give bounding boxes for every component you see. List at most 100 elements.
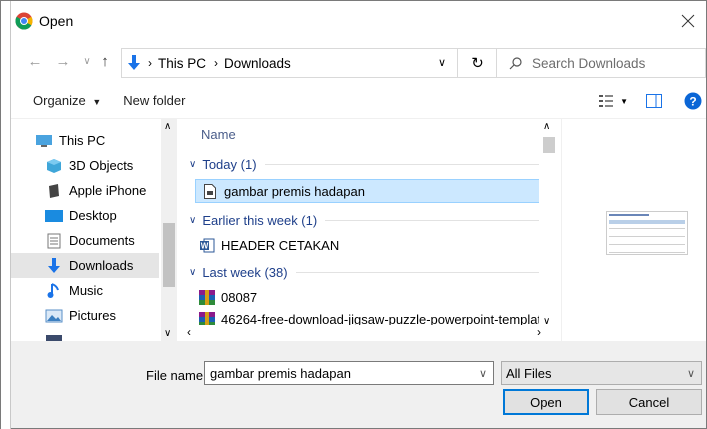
filelist-scroll-thumb[interactable] <box>543 137 555 153</box>
recent-locations-button[interactable]: ∨ <box>77 51 97 71</box>
chevron-down-icon[interactable]: ∨ <box>479 367 487 380</box>
search-box[interactable]: Search Downloads <box>497 48 706 78</box>
search-input[interactable]: Search Downloads <box>532 56 645 71</box>
navpane-scrollbar[interactable]: ∧ ∨ <box>161 119 177 341</box>
scroll-down-icon[interactable]: ∨ <box>164 328 171 339</box>
preview-pane <box>561 119 706 341</box>
chevron-right-icon: › <box>214 56 219 70</box>
file-name-input[interactable]: gambar premis hadapan ∨ <box>204 361 494 385</box>
file-row[interactable]: gambar premis hadapan <box>195 179 553 203</box>
nav-item-music[interactable]: Music <box>45 278 159 303</box>
music-icon <box>45 282 63 299</box>
download-icon <box>128 55 140 71</box>
chevron-down-icon: ∨ <box>189 159 197 170</box>
scroll-up-icon[interactable]: ∧ <box>543 121 550 132</box>
document-icon <box>202 183 218 199</box>
file-name: gambar premis hadapan <box>224 183 365 199</box>
view-list-icon <box>599 95 614 107</box>
svg-text:W: W <box>200 241 208 250</box>
navpane-scroll-thumb[interactable] <box>163 223 175 287</box>
up-button[interactable]: ↑ <box>95 51 115 71</box>
nav-item-3d-objects[interactable]: 3D Objects <box>45 153 159 178</box>
nav-item-label: This PC <box>59 133 106 148</box>
chrome-icon <box>15 12 33 30</box>
group-divider <box>295 272 544 273</box>
file-row[interactable]: W HEADER CETAKAN <box>193 233 553 257</box>
group-header-last-week[interactable]: ∨ Last week (38) <box>189 265 544 280</box>
filelist-horizontal-scrollbar[interactable]: ‹ › <box>183 325 557 341</box>
scroll-up-icon[interactable]: ∧ <box>164 121 171 132</box>
group-label: Today (1) <box>202 157 257 172</box>
file-type-value: All Files <box>506 365 552 381</box>
change-view-button[interactable] <box>598 93 614 109</box>
scroll-left-icon[interactable]: ‹ <box>187 325 191 339</box>
nav-item-label: Desktop <box>69 208 117 223</box>
group-header-earlier-this-week[interactable]: ∨ Earlier this week (1) <box>189 213 544 228</box>
videos-icon <box>45 333 63 341</box>
file-type-select[interactable]: All Files ∨ <box>501 361 702 385</box>
close-button[interactable] <box>676 9 700 33</box>
nav-item-label: Apple iPhone <box>69 183 147 198</box>
nav-item-videos-partial[interactable] <box>45 328 159 341</box>
title-bar: Open <box>11 1 706 41</box>
preview-pane-button[interactable] <box>646 94 662 108</box>
command-bar: Organize ▼ New folder ▼ ? <box>11 83 706 119</box>
navigation-pane: This PC 3D Objects Apple iPhone Desktop … <box>11 119 179 341</box>
file-name: HEADER CETAKAN <box>221 237 340 253</box>
open-button[interactable]: Open <box>503 389 589 415</box>
nav-item-documents[interactable]: Documents <box>45 228 159 253</box>
caret-down-icon: ▼ <box>92 97 102 107</box>
cancel-button[interactable]: Cancel <box>596 389 702 415</box>
group-divider <box>264 164 544 165</box>
view-controls: ▼ ? <box>598 89 706 113</box>
breadcrumb-this-pc[interactable]: This PC <box>158 56 206 71</box>
svg-text:?: ? <box>689 95 696 109</box>
nav-item-downloads[interactable]: Downloads <box>11 253 159 278</box>
forward-button[interactable]: → <box>53 51 73 71</box>
dialog-footer: File name: gambar premis hadapan ∨ All F… <box>11 341 706 428</box>
chevron-down-icon: ∨ <box>686 368 695 380</box>
column-header-name[interactable]: Name <box>201 127 236 142</box>
filelist-vertical-scrollbar[interactable]: ∧ ∨ <box>539 119 557 327</box>
file-preview-thumbnail <box>606 211 688 255</box>
background-window-edge <box>1 1 11 429</box>
file-row[interactable]: 08087 <box>193 285 553 309</box>
arrow-up-icon: ↑ <box>101 52 109 70</box>
word-icon: W <box>199 237 215 253</box>
address-bar[interactable]: › This PC › Downloads ∨ <box>121 48 497 78</box>
nav-item-label: Downloads <box>69 258 134 273</box>
chevron-down-icon: ∨ <box>83 55 91 67</box>
file-name: 08087 <box>221 289 258 305</box>
download-icon <box>45 257 63 274</box>
nav-item-desktop[interactable]: Desktop <box>45 203 159 228</box>
group-label: Last week (38) <box>202 265 288 280</box>
view-options-button[interactable]: ▼ <box>620 97 628 106</box>
group-divider <box>325 220 544 221</box>
nav-item-label: Pictures <box>69 308 116 323</box>
refresh-button[interactable]: ↻ <box>457 48 497 78</box>
nav-item-pictures[interactable]: Pictures <box>45 303 159 328</box>
nav-item-this-pc[interactable]: This PC <box>35 128 159 153</box>
computer-icon <box>35 133 53 149</box>
group-header-today[interactable]: ∨ Today (1) <box>189 157 544 172</box>
back-button[interactable]: ← <box>25 51 45 71</box>
nav-item-apple-iphone[interactable]: Apple iPhone <box>45 178 159 203</box>
preview-pane-icon <box>646 94 662 108</box>
arrow-left-icon: ← <box>27 52 43 70</box>
breadcrumb-downloads[interactable]: Downloads <box>224 56 291 71</box>
chevron-down-icon[interactable]: ∨ <box>438 56 446 69</box>
file-name-label: File name: <box>146 368 207 383</box>
new-folder-button[interactable]: New folder <box>123 93 185 108</box>
group-label: Earlier this week (1) <box>202 213 318 228</box>
nav-item-label: Documents <box>69 233 135 248</box>
3d-objects-icon <box>45 158 63 174</box>
nav-item-label: Music <box>69 283 103 298</box>
pictures-icon <box>45 308 63 324</box>
file-name-value[interactable]: gambar premis hadapan <box>210 366 351 381</box>
window-title: Open <box>39 13 74 29</box>
help-icon: ? <box>684 92 702 110</box>
phone-icon <box>45 183 63 199</box>
scroll-right-icon[interactable]: › <box>537 325 541 339</box>
help-button[interactable]: ? <box>684 92 702 110</box>
organize-menu[interactable]: Organize ▼ <box>33 93 101 108</box>
